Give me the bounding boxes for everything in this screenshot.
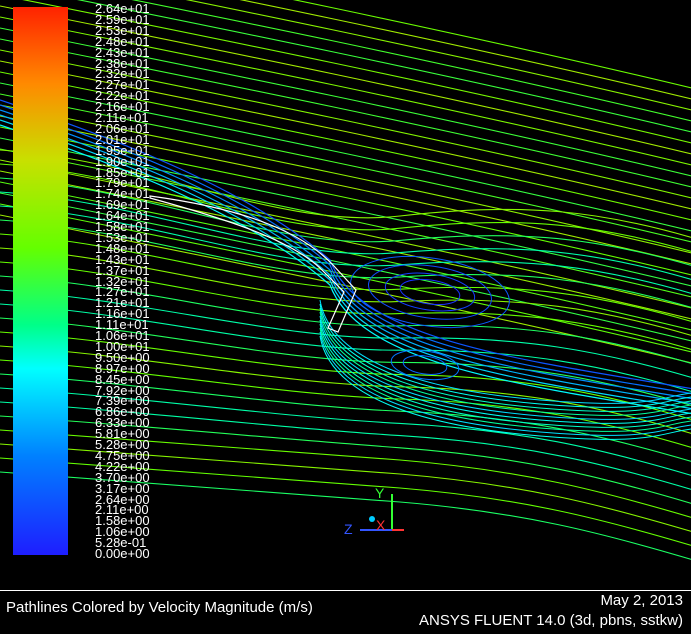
solver-label: ANSYS FLUENT 14.0 (3d, pbns, sstkw)	[419, 612, 683, 629]
y-axis-label: Y	[375, 485, 385, 501]
z-axis-label: Z	[344, 521, 353, 537]
graphics-viewport[interactable]: 2.64e+01 2.59e+01 2.53e+01 2.48e+01 2.43e+01…	[0, 0, 691, 590]
date-label: May 2, 2013	[600, 592, 683, 609]
x-axis-label: X	[376, 517, 386, 533]
plot-caption: Pathlines Colored by Velocity Magnitude …	[6, 599, 313, 616]
triad-origin	[369, 516, 375, 522]
axis-triad: Y X Z	[344, 485, 404, 537]
status-footer: Pathlines Colored by Velocity Magnitude …	[0, 590, 691, 634]
